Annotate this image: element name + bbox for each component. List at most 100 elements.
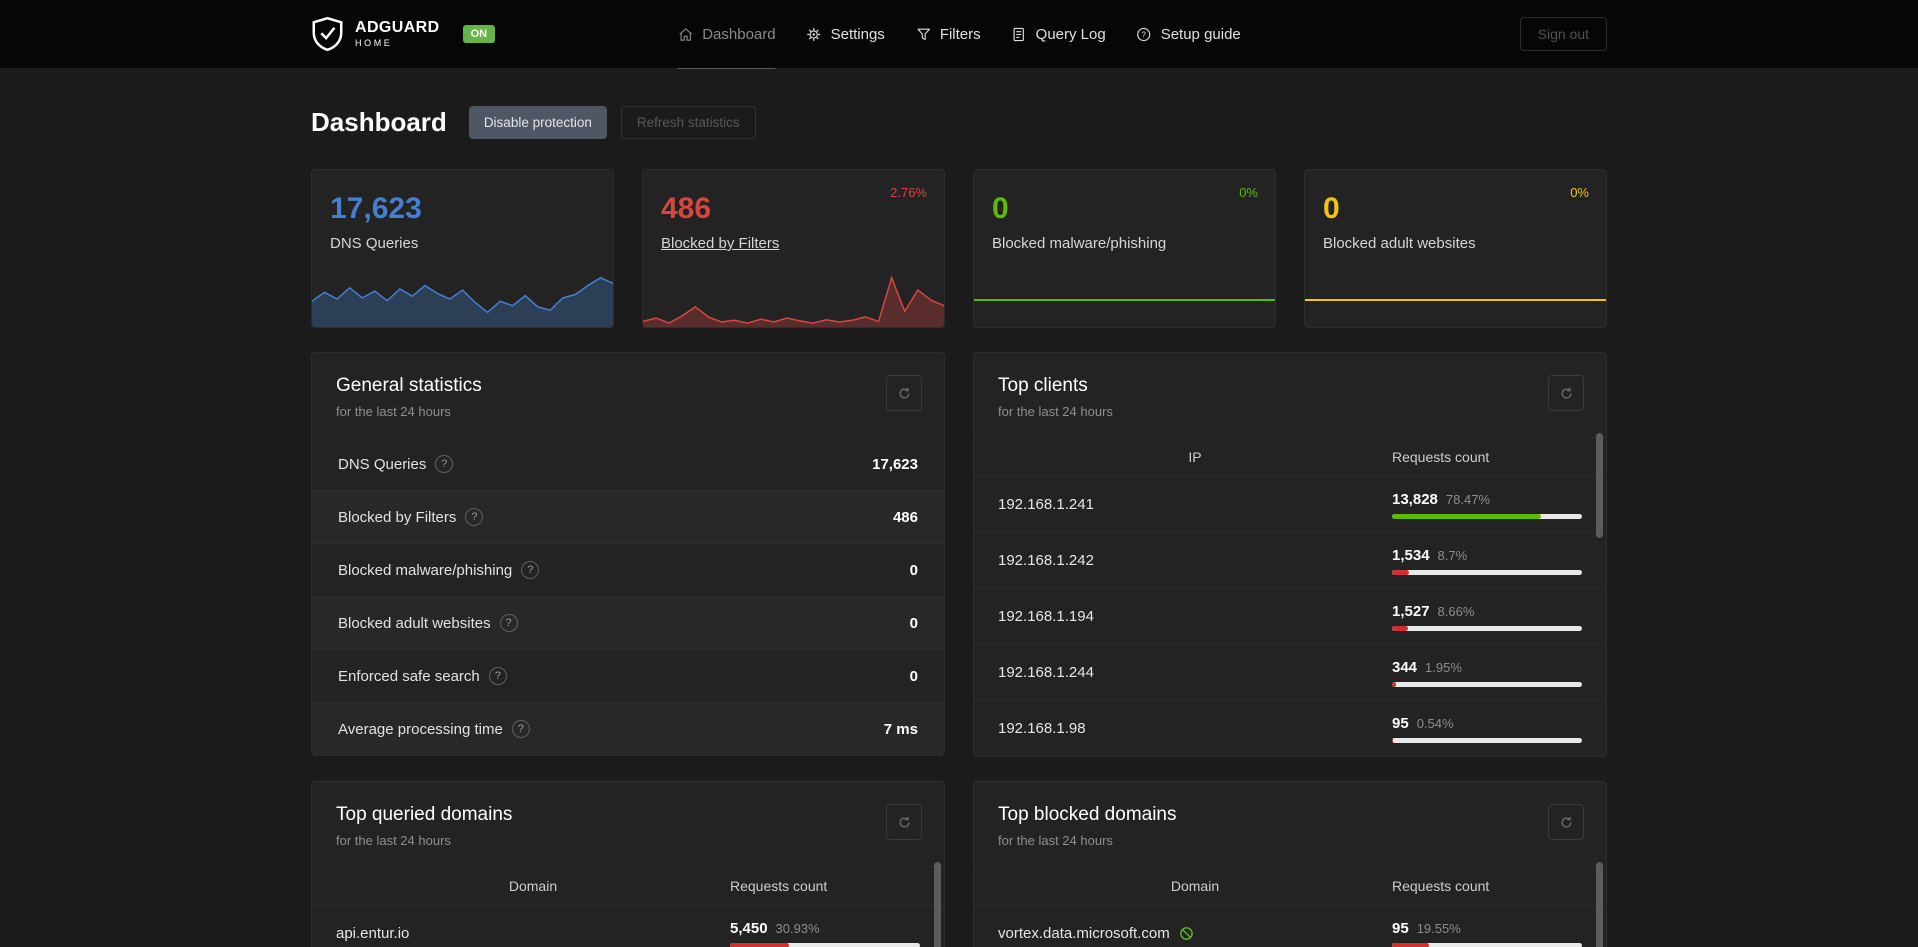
panels-row-2: Top queried domains for the last 24 hour…: [311, 781, 1607, 947]
navbar: ADGUARD HOME ON Dashboard Settings Filte…: [0, 0, 1918, 69]
stat-percent: 0%: [1570, 185, 1589, 200]
stat-value: 0: [909, 561, 918, 579]
requests-cell: 13,828 78.47%: [1392, 491, 1582, 519]
adguard-shield-logo: [312, 16, 343, 52]
column-header-domain: Domain: [1170, 878, 1220, 894]
domain-cell[interactable]: vortex.data.microsoft.com: [998, 925, 1392, 942]
help-icon[interactable]: ?: [465, 508, 484, 526]
refresh-panel-button[interactable]: [886, 804, 922, 840]
stat-value: 17,623: [330, 192, 422, 225]
nav-item-setup-guide[interactable]: ? Setup guide: [1136, 0, 1241, 68]
scrollbar[interactable]: [1596, 433, 1603, 538]
domain-name[interactable]: api.entur.io: [336, 925, 730, 942]
requests-bar: [1392, 737, 1582, 743]
requests-cell: 344 1.95%: [1392, 659, 1582, 687]
nav-item-dashboard[interactable]: Dashboard: [677, 0, 777, 69]
requests-count: 1,534: [1392, 546, 1430, 564]
refresh-panel-button[interactable]: [886, 375, 922, 411]
requests-percent: 8.66%: [1437, 603, 1475, 619]
refresh-icon: [899, 387, 909, 398]
help-icon[interactable]: ?: [521, 561, 540, 579]
flat-sparkline: [1305, 299, 1606, 301]
stat-table-row: DNS Queries? 17,623: [312, 437, 944, 490]
panel-header: General statistics for the last 24 hours: [312, 353, 944, 437]
requests-bar: [730, 942, 920, 947]
nav-item-settings[interactable]: Settings: [806, 0, 885, 68]
client-row: 192.168.1.242 1,534 8.7%: [974, 532, 1606, 588]
stat-table-row: Blocked by Filters? 486: [312, 490, 944, 543]
refresh-statistics-button[interactable]: Refresh statistics: [620, 106, 756, 139]
gear-icon: [807, 27, 821, 41]
stat-name: Blocked adult websites: [338, 614, 491, 632]
domain-row: vortex.data.microsoft.com 95 19.55%: [974, 905, 1606, 947]
help-icon[interactable]: ?: [488, 667, 507, 685]
stat-value: 7 ms: [883, 720, 918, 738]
client-ip[interactable]: 192.168.1.244: [998, 664, 1392, 681]
stat-label: Blocked malware/phishing: [992, 235, 1167, 252]
table-header: IP Requests count: [974, 437, 1606, 476]
requests-cell: 95 0.54%: [1392, 715, 1582, 743]
requests-count: 95: [1392, 714, 1409, 732]
help-icon[interactable]: ?: [435, 455, 454, 473]
client-ip[interactable]: 192.168.1.242: [998, 552, 1392, 569]
nav-item-filters[interactable]: Filters: [915, 0, 981, 68]
requests-count: 344: [1392, 658, 1418, 676]
stat-name: Enforced safe search: [338, 667, 480, 685]
requests-percent: 78.47%: [1445, 491, 1490, 507]
column-header-requests: Requests count: [1392, 449, 1490, 465]
home-icon: [679, 27, 693, 41]
domain-name[interactable]: vortex.data.microsoft.com: [998, 925, 1170, 942]
column-header-requests: Requests count: [1392, 878, 1490, 894]
panel-header: Top clients for the last 24 hours: [974, 353, 1606, 437]
stat-value: 0: [909, 614, 918, 632]
blocked-by-filters-link[interactable]: Blocked by Filters: [661, 235, 926, 252]
top-clients-panel: Top clients for the last 24 hours IP Req…: [973, 352, 1607, 757]
brand-name: ADGUARD: [355, 19, 440, 36]
disable-protection-button[interactable]: Disable protection: [468, 106, 607, 139]
top-blocked-domains-panel: Top blocked domains for the last 24 hour…: [973, 781, 1607, 947]
panel-title: Top blocked domains: [998, 804, 1177, 825]
stat-value: 17,623: [872, 455, 918, 473]
help-icon[interactable]: ?: [511, 720, 530, 738]
scrollbar[interactable]: [934, 862, 941, 947]
requests-bar: [1392, 625, 1582, 631]
panel-header: Top blocked domains for the last 24 hour…: [974, 782, 1606, 866]
svg-text:?: ?: [1142, 30, 1147, 39]
requests-count: 13,828: [1392, 490, 1438, 508]
nav-menu: Dashboard Settings Filters Query Log ? S…: [677, 0, 1241, 69]
scrollbar[interactable]: [1596, 862, 1603, 947]
requests-bar-fill: [1392, 737, 1394, 743]
client-ip[interactable]: 192.168.1.194: [998, 608, 1392, 625]
client-row: 192.168.1.98 95 0.54%: [974, 700, 1606, 756]
refresh-panel-button[interactable]: [1548, 375, 1584, 411]
stat-label: DNS Queries: [330, 235, 419, 252]
stat-table-row: Average processing time? 7 ms: [312, 702, 944, 755]
column-header-requests: Requests count: [730, 878, 828, 894]
panel-title: General statistics: [336, 375, 482, 396]
protection-on-badge: ON: [462, 25, 496, 43]
brand[interactable]: ADGUARD HOME ON: [311, 16, 496, 52]
column-header-domain: Domain: [508, 878, 558, 894]
table-header: Domain Requests count: [312, 866, 944, 905]
sign-out-button[interactable]: Sign out: [1519, 17, 1607, 51]
column-header-ip: IP: [1188, 449, 1202, 465]
nav-label: Setup guide: [1160, 25, 1241, 43]
stat-card-blocked-by-filters: 2.76% 486 Blocked by Filters: [642, 169, 945, 328]
stat-name: Blocked by Filters: [338, 508, 457, 526]
panel-subtitle: for the last 24 hours: [336, 833, 451, 848]
question-circle-icon: ?: [1137, 27, 1151, 41]
refresh-panel-button[interactable]: [1548, 804, 1584, 840]
stat-card-blocked-malware: 0% 0 Blocked malware/phishing: [973, 169, 1276, 328]
requests-bar: [1392, 681, 1582, 687]
help-icon[interactable]: ?: [499, 614, 518, 632]
requests-cell: 95 19.55%: [1392, 920, 1582, 947]
requests-bar-fill: [1392, 625, 1409, 631]
nav-item-query-log[interactable]: Query Log: [1011, 0, 1106, 68]
stat-value: 0: [992, 192, 1009, 225]
client-ip[interactable]: 192.168.1.98: [998, 720, 1392, 737]
client-row: 192.168.1.241 13,828 78.47%: [974, 476, 1606, 532]
refresh-icon: [899, 816, 909, 827]
stat-cards-row: 17,623 DNS Queries 2.76% 486 Blocked by …: [311, 169, 1607, 328]
stat-table-row: Blocked adult websites? 0: [312, 596, 944, 649]
client-ip[interactable]: 192.168.1.241: [998, 496, 1392, 513]
